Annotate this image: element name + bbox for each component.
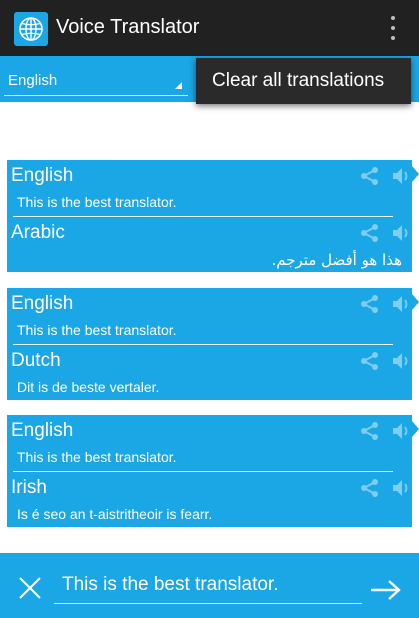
source-language-label: English [11,165,74,186]
overflow-menu: Clear all translations [196,58,411,104]
translation-card: English This is the best translator. Dutch… [7,288,419,400]
share-icon[interactable] [360,294,380,319]
menu-item-clear-all[interactable]: Clear all translations [212,70,384,92]
spinner-triangle-icon [175,82,182,89]
target-text: Dit is de beste vertaler. [17,379,160,395]
more-vert-icon[interactable] [389,16,397,40]
speaker-icon[interactable] [392,478,410,503]
speaker-icon[interactable] [392,223,410,248]
source-segment: English This is the best translator. [7,288,412,344]
target-text: هذا هو أفضل مترجم. [271,251,402,269]
speaker-icon[interactable] [392,351,410,376]
action-bar: Voice Translator [0,0,419,56]
arrow-right-icon[interactable] [370,580,402,600]
language-spinner[interactable]: English [4,62,188,96]
source-actions [360,421,410,446]
card-pointer [412,421,419,437]
source-language-label: English [11,420,74,441]
target-segment: Dutch Dit is de beste vertaler. [7,345,412,400]
share-icon[interactable] [360,166,380,191]
card-pointer [412,166,419,182]
target-actions [360,478,410,503]
target-actions [360,351,410,376]
share-icon[interactable] [360,351,380,376]
translation-card: English This is the best translator. Arabi… [7,160,419,272]
speaker-icon[interactable] [392,166,410,191]
share-icon[interactable] [360,223,380,248]
source-segment: English This is the best translator. [7,415,412,471]
source-language-label: English [11,293,74,314]
share-icon[interactable] [360,421,380,446]
target-segment: Arabic هذا هو أفضل مترجم. [7,217,412,272]
target-language-label: Arabic [11,222,65,243]
globe-icon[interactable] [14,12,48,46]
source-text: This is the best translator. [17,194,177,210]
target-language-label: Dutch [11,350,61,371]
translation-input[interactable]: This is the best translator. [54,568,362,604]
source-actions [360,294,410,319]
translation-card: English This is the best translator. Irish… [7,415,419,527]
card-pointer [412,294,419,310]
share-icon[interactable] [360,478,380,503]
target-segment: Irish Is é seo an t-aistritheoir is fearr… [7,472,412,527]
speaker-icon[interactable] [392,421,410,446]
speaker-icon[interactable] [392,294,410,319]
language-spinner-label: English [8,72,58,89]
target-actions [360,223,410,248]
source-actions [360,166,410,191]
target-language-label: Irish [11,477,47,498]
app-title: Voice Translator [56,16,200,38]
source-text: This is the best translator. [17,449,177,465]
close-icon[interactable] [18,576,42,600]
source-text: This is the best translator. [17,322,177,338]
target-text: Is é seo an t-aistritheoir is fearr. [17,506,213,522]
source-segment: English This is the best translator. [7,160,412,216]
